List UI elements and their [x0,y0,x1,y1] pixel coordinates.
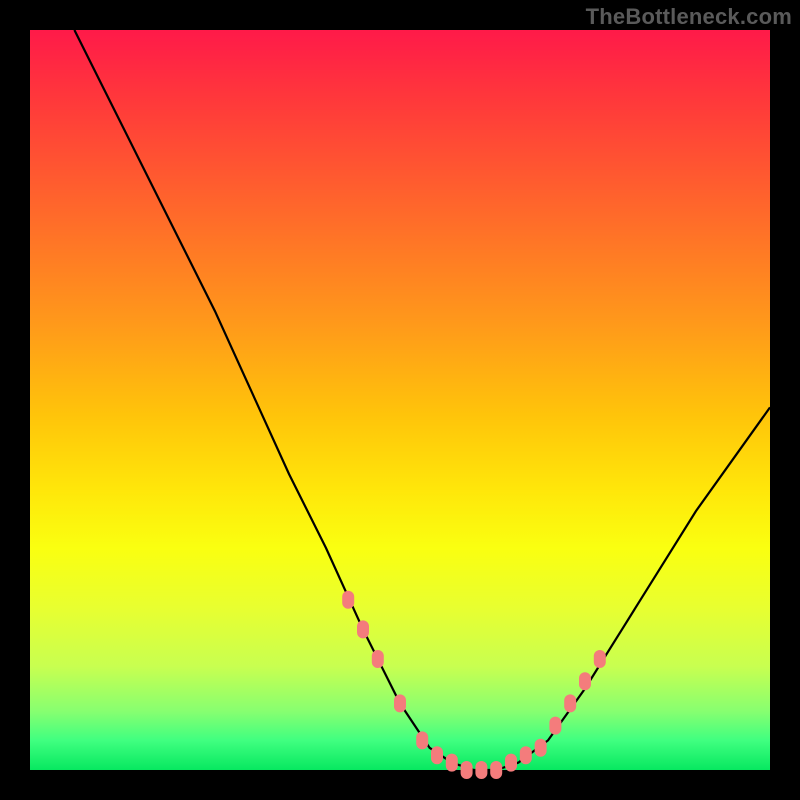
marker-dot [490,761,502,779]
marker-dot [342,591,354,609]
marker-dot [535,739,547,757]
marker-dot [416,731,428,749]
marker-dot [475,761,487,779]
curve-svg [30,30,770,770]
marker-dot [431,746,443,764]
marker-dot [394,694,406,712]
watermark-text: TheBottleneck.com [586,4,792,30]
marker-dot [505,754,517,772]
plot-area [30,30,770,770]
marker-dot [520,746,532,764]
marker-dot [579,672,591,690]
marker-dot [549,717,561,735]
marker-dot [357,620,369,638]
marker-dot [564,694,576,712]
bottleneck-curve [74,30,770,770]
outer-frame: TheBottleneck.com [0,0,800,800]
highlight-markers [342,591,606,779]
marker-dot [446,754,458,772]
marker-dot [372,650,384,668]
marker-dot [461,761,473,779]
marker-dot [594,650,606,668]
